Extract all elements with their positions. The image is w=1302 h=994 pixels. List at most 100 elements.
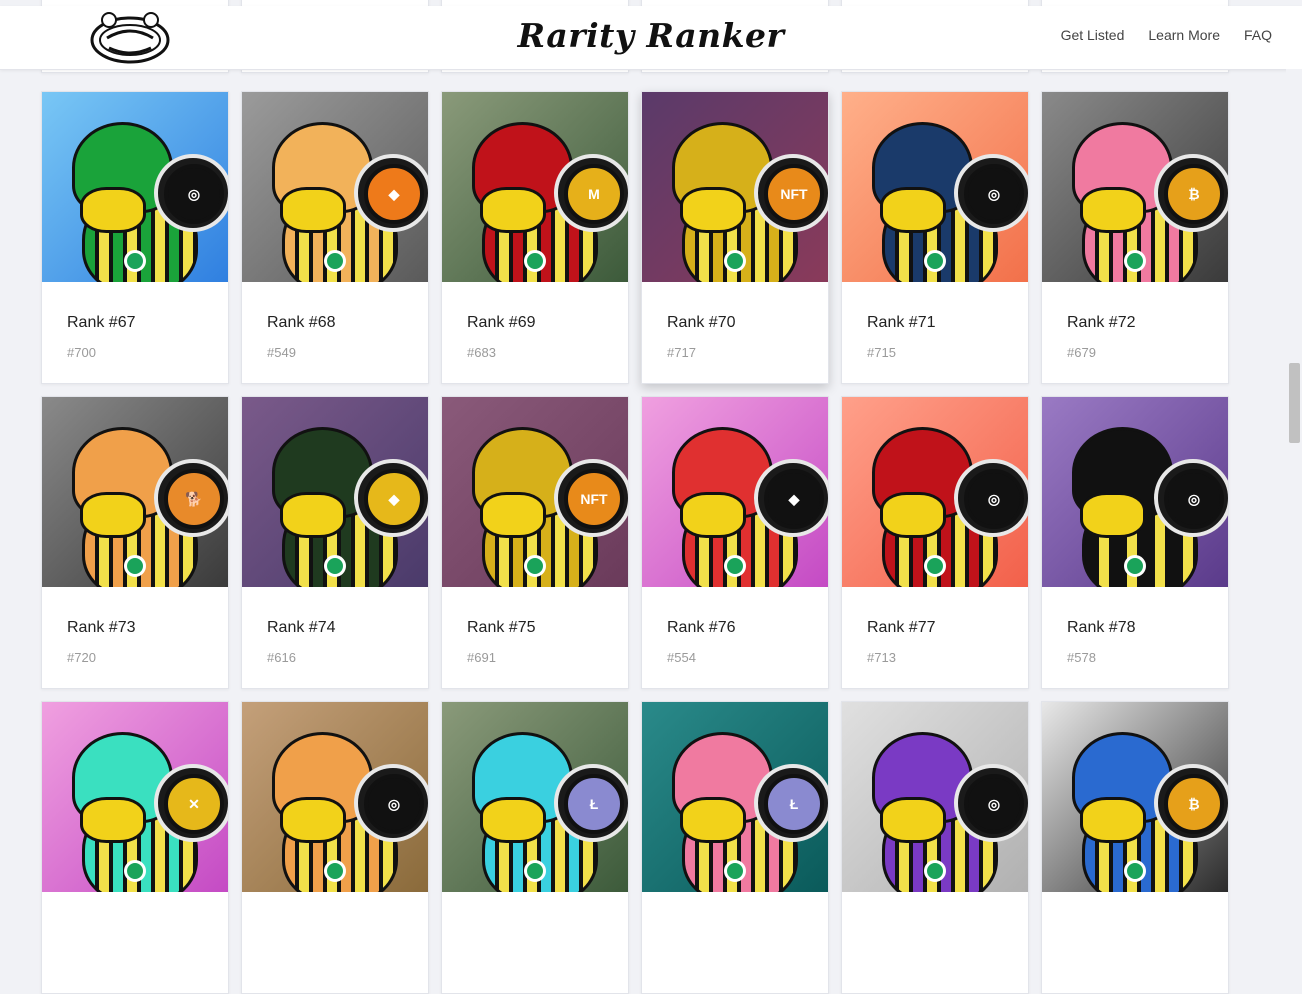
watch-icon	[324, 250, 346, 272]
nft-card[interactable]: ◎	[241, 701, 429, 994]
coin-icon: ◎	[964, 469, 1024, 529]
watch-icon	[924, 250, 946, 272]
watch-icon	[524, 555, 546, 577]
nft-image[interactable]: Ł	[642, 702, 828, 892]
nft-image[interactable]: ◎	[242, 702, 428, 892]
watch-icon	[924, 555, 946, 577]
token-id: #554	[667, 650, 696, 665]
nft-card[interactable]: Ł	[641, 701, 829, 994]
coin-icon: M	[564, 164, 624, 224]
character-face	[80, 187, 146, 233]
coin-icon: Ł	[564, 774, 624, 834]
character-face	[280, 492, 346, 538]
token-id: #715	[867, 345, 896, 360]
nft-card[interactable]: NFT Rank #70 #717	[641, 91, 829, 384]
nft-card[interactable]: ₿	[1041, 701, 1229, 994]
nft-card[interactable]: ◆ Rank #76 #554	[641, 396, 829, 689]
coin-icon: ₿	[1164, 774, 1224, 834]
coin-icon: ◎	[1164, 469, 1224, 529]
navbar: Rarity Ranker Get Listed Learn More FAQ	[0, 6, 1302, 70]
nft-card[interactable]: ◎ Rank #71 #715	[841, 91, 1029, 384]
token-id: #683	[467, 345, 496, 360]
character-face	[680, 492, 746, 538]
nft-card[interactable]: ✕	[41, 701, 229, 994]
nav-learn-more[interactable]: Learn More	[1148, 27, 1220, 43]
rank-label: Rank #67	[67, 314, 136, 331]
nft-image[interactable]: Ł	[442, 702, 628, 892]
nft-image[interactable]: ◎	[1042, 397, 1228, 587]
nft-image[interactable]: ◎	[842, 397, 1028, 587]
watch-icon	[724, 860, 746, 882]
token-id: #720	[67, 650, 96, 665]
watch-icon	[1124, 860, 1146, 882]
character-face	[680, 797, 746, 843]
character-face	[280, 797, 346, 843]
token-id: #717	[667, 345, 696, 360]
nft-card[interactable]: ◎	[841, 701, 1029, 994]
nav-get-listed[interactable]: Get Listed	[1061, 27, 1125, 43]
nft-image[interactable]: ◆	[242, 92, 428, 282]
scrollbar-track[interactable]	[1286, 69, 1302, 862]
watch-icon	[124, 860, 146, 882]
coin-icon: NFT	[564, 469, 624, 529]
rank-label: Rank #77	[867, 619, 936, 636]
character-face	[680, 187, 746, 233]
nft-image[interactable]: ◆	[642, 397, 828, 587]
rank-label: Rank #73	[67, 619, 136, 636]
nft-image[interactable]: ◎	[842, 702, 1028, 892]
nft-image[interactable]: ✕	[42, 702, 228, 892]
character-face	[80, 797, 146, 843]
nft-image[interactable]: 🐕	[42, 397, 228, 587]
watch-icon	[124, 555, 146, 577]
rank-label: Rank #68	[267, 314, 336, 331]
nft-card[interactable]: ◎ Rank #77 #713	[841, 396, 1029, 689]
nft-card[interactable]: ₿ Rank #72 #679	[1041, 91, 1229, 384]
token-id: #616	[267, 650, 296, 665]
character-face	[480, 492, 546, 538]
scrollbar-thumb[interactable]	[1289, 363, 1300, 443]
nft-card[interactable]: Ł	[441, 701, 629, 994]
nft-card[interactable]: ◎ Rank #78 #578	[1041, 396, 1229, 689]
token-id: #578	[1067, 650, 1096, 665]
rank-label: Rank #72	[1067, 314, 1136, 331]
watch-icon	[524, 860, 546, 882]
character-face	[480, 187, 546, 233]
nft-card[interactable]: NFT Rank #75 #691	[441, 396, 629, 689]
coin-icon: ◆	[764, 469, 824, 529]
nft-card[interactable]: M Rank #69 #683	[441, 91, 629, 384]
rank-label: Rank #71	[867, 314, 936, 331]
character-face	[280, 187, 346, 233]
nft-card[interactable]: ◆ Rank #74 #616	[241, 396, 429, 689]
nav-links: Get Listed Learn More FAQ	[1061, 27, 1272, 43]
coin-icon: ◆	[364, 469, 424, 529]
rank-label: Rank #78	[1067, 619, 1136, 636]
watch-icon	[324, 860, 346, 882]
character-face	[80, 492, 146, 538]
token-id: #700	[67, 345, 96, 360]
coin-icon: Ł	[764, 774, 824, 834]
nft-image[interactable]: ◆	[242, 397, 428, 587]
nft-image[interactable]: NFT	[442, 397, 628, 587]
character-face	[1080, 187, 1146, 233]
nav-faq[interactable]: FAQ	[1244, 27, 1272, 43]
coin-icon: ◎	[164, 164, 224, 224]
token-id: #713	[867, 650, 896, 665]
token-id: #691	[467, 650, 496, 665]
coin-icon: ✕	[164, 774, 224, 834]
nft-image[interactable]: ◎	[842, 92, 1028, 282]
nft-card[interactable]: ◎ Rank #67 #700	[41, 91, 229, 384]
watch-icon	[1124, 555, 1146, 577]
nft-image[interactable]: M	[442, 92, 628, 282]
coin-icon: ◎	[364, 774, 424, 834]
rank-label: Rank #74	[267, 619, 336, 636]
nft-card[interactable]: ◆ Rank #68 #549	[241, 91, 429, 384]
coin-icon: ◎	[964, 164, 1024, 224]
nft-image[interactable]: NFT	[642, 92, 828, 282]
nft-image[interactable]: ₿	[1042, 702, 1228, 892]
nft-image[interactable]: ◎	[42, 92, 228, 282]
nft-image[interactable]: ₿	[1042, 92, 1228, 282]
nft-card[interactable]: 🐕 Rank #73 #720	[41, 396, 229, 689]
token-id: #679	[1067, 345, 1096, 360]
character-face	[880, 492, 946, 538]
watch-icon	[524, 250, 546, 272]
